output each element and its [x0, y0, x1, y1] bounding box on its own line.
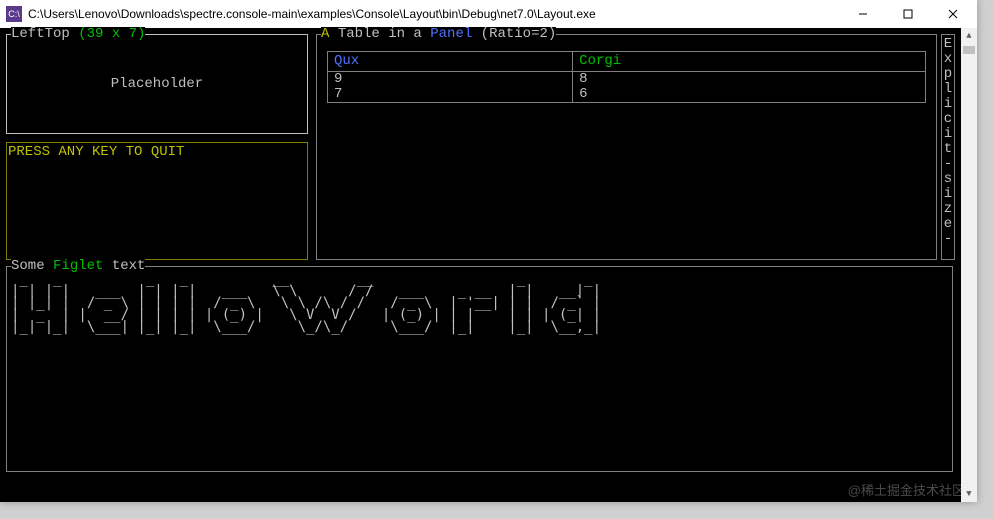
- side-char: t: [942, 142, 954, 157]
- side-char: z: [942, 202, 954, 217]
- app-icon: C:\: [6, 6, 22, 22]
- app-window: C:\ C:\Users\Lenovo\Downloads\spectre.co…: [0, 0, 977, 502]
- console-area: LeftTop (39 x 7) Placeholder PRESS ANY K…: [0, 28, 977, 502]
- side-char: i: [942, 127, 954, 142]
- table-panel-label: A Table in a Panel (Ratio=2): [321, 27, 556, 42]
- lefttop-label-prefix: LeftTop: [11, 26, 78, 42]
- table-row: 9 7 8 6: [328, 72, 926, 103]
- window-title: C:\Users\Lenovo\Downloads\spectre.consol…: [28, 7, 840, 21]
- figlet-ascii: _ _ _ _ __ __ _ _ | | | | ___ | | | | __…: [11, 273, 948, 333]
- side-char: c: [942, 112, 954, 127]
- figlet-label-some: Some: [11, 258, 53, 274]
- figlet-label-text: text: [103, 258, 145, 274]
- cell: 8: [579, 72, 919, 87]
- lefttop-label-dims: (39 x 7): [78, 26, 145, 42]
- side-char: p: [942, 67, 954, 82]
- scroll-thumb[interactable]: [963, 46, 975, 54]
- side-char: E: [942, 37, 954, 52]
- side-char: i: [942, 97, 954, 112]
- vertical-scrollbar[interactable]: ▲ ▼: [961, 28, 977, 502]
- close-icon: [948, 9, 958, 19]
- scroll-up-icon[interactable]: ▲: [961, 28, 977, 44]
- minimize-button[interactable]: [840, 0, 885, 28]
- side-char: l: [942, 82, 954, 97]
- figlet-panel: Some Figlet text _ _ _ _ __ __ _ _ | | |…: [6, 266, 953, 472]
- titlebar[interactable]: C:\ C:\Users\Lenovo\Downloads\spectre.co…: [0, 0, 977, 28]
- side-char: -: [942, 157, 954, 172]
- tp-label-panel: Panel: [430, 26, 472, 42]
- cell: 6: [579, 87, 919, 102]
- col-header-corgi: Corgi: [573, 52, 926, 72]
- tp-label-ratio: (Ratio=2): [472, 26, 556, 42]
- cell: 9: [334, 72, 566, 87]
- tp-label-a: A: [321, 26, 338, 42]
- maximize-icon: [903, 9, 913, 19]
- col-header-qux: Qux: [328, 52, 573, 72]
- side-char: i: [942, 187, 954, 202]
- maximize-button[interactable]: [885, 0, 930, 28]
- tp-label-in-a: in a: [380, 26, 430, 42]
- lefttop-body: Placeholder: [7, 35, 307, 133]
- figlet-label-figlet: Figlet: [53, 258, 103, 274]
- figlet-label: Some Figlet text: [11, 259, 145, 274]
- press-text: PRESS ANY KEY TO QUIT: [8, 144, 184, 160]
- side-column: Explicit-size-: [941, 34, 955, 260]
- table-panel: A Table in a Panel (Ratio=2) Qux Corgi 9…: [316, 34, 937, 260]
- side-char: -: [942, 232, 954, 247]
- scroll-down-icon[interactable]: ▼: [961, 486, 977, 502]
- close-button[interactable]: [930, 0, 975, 28]
- tp-label-table: Table: [338, 26, 380, 42]
- side-char: s: [942, 172, 954, 187]
- side-char: x: [942, 52, 954, 67]
- minimize-icon: [858, 9, 868, 19]
- lefttop-panel: LeftTop (39 x 7) Placeholder: [6, 34, 308, 134]
- lefttop-label: LeftTop (39 x 7): [11, 27, 145, 42]
- press-panel: PRESS ANY KEY TO QUIT: [6, 142, 308, 260]
- cell: 7: [334, 87, 566, 102]
- side-char: e: [942, 217, 954, 232]
- watermark: @稀土掘金技术社区: [848, 483, 965, 498]
- data-table: Qux Corgi 9 7 8 6: [327, 51, 926, 103]
